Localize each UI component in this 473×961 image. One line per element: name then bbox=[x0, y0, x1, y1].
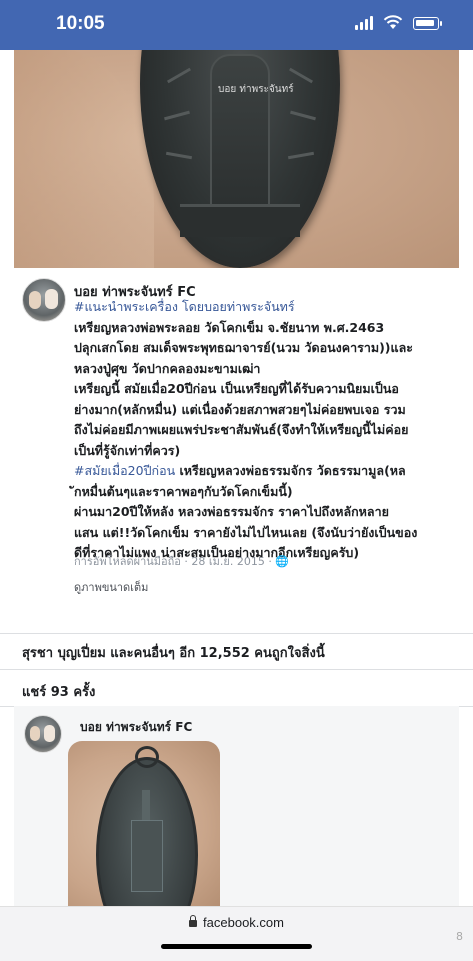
battery-icon bbox=[413, 17, 442, 30]
status-bar: 10:05 bbox=[0, 0, 473, 50]
medal-image: บอย ท่าพระจันทร์ bbox=[140, 50, 340, 268]
post-line: ถึงไม่ค่อยมีภาพเผยแพร่ประชาสัมพันธ์(จึงท… bbox=[74, 422, 409, 437]
view-full-size-link[interactable]: ดูภาพขนาดเต็ม bbox=[74, 578, 148, 596]
post-line: ปลุกเสกโดย สมเด็จพระพุทธฌาจารย์(นวม วัดอ… bbox=[74, 340, 413, 355]
corner-mark: 8 bbox=[456, 930, 463, 943]
statue-relief bbox=[210, 54, 270, 228]
divider bbox=[0, 669, 473, 670]
likes-summary[interactable]: สุรชา บุญเปี่ยม และคนอื่นๆ อีก 12,552 คน… bbox=[22, 642, 325, 663]
post-line: ักหมื่นต้นๆและราคาพอๆกับวัดโคกเข็มนี้) bbox=[74, 483, 293, 499]
home-indicator[interactable] bbox=[161, 944, 312, 949]
post-line: ผ่านมา20ปีให้หลัง หลวงพ่อธรรมจักร ราคาไป… bbox=[74, 504, 389, 519]
author-avatar[interactable] bbox=[22, 278, 66, 322]
url-text: facebook.com bbox=[203, 915, 284, 930]
medal-image bbox=[96, 746, 198, 911]
post-line: เป็นที่รู้จักเท่าที่ควร) bbox=[74, 442, 181, 458]
shared-author-name[interactable]: บอย ท่าพระจันทร์ FC bbox=[80, 718, 192, 737]
hashtag-link[interactable]: #แนะนำพระเครื่อง โดยบอยท่าพระจันทร์ bbox=[74, 297, 454, 318]
post-line: ย่างมาก(หลักหมื่น) แต่เนื่องด้วยสภาพสวยๆ… bbox=[74, 401, 406, 417]
hashtag-link[interactable]: #สมัยเมื่อ20ปีก่อน bbox=[74, 463, 175, 478]
top-medal-photo[interactable]: บอย ท่าพระจันทร์ bbox=[14, 50, 459, 272]
shared-medal-photo[interactable] bbox=[68, 741, 220, 911]
post-line: #สมัยเมื่อ20ปีก่อน เหรียญหลวงพ่อธรรมจักร… bbox=[74, 461, 454, 482]
divider bbox=[0, 633, 473, 634]
photo-watermark: บอย ท่าพระจันทร์ bbox=[218, 84, 294, 95]
shares-count[interactable]: แชร์ 93 ครั้ง bbox=[22, 681, 95, 702]
lock-icon bbox=[189, 915, 198, 927]
post-line-text: เหรียญหลวงพ่อธรรมจักร วัดธรรมามูล(หล bbox=[175, 463, 406, 478]
address-bar[interactable]: facebook.com bbox=[0, 915, 473, 930]
pedestal-relief bbox=[180, 204, 300, 237]
post-meta[interactable]: การอัพโหลดผ่านมือถือ · 28 เม.ย. 2015 · 🌐 bbox=[74, 552, 289, 570]
post-line: เหรียญหลวงพ่อพระลอย วัดโคกเข็ม จ.ชัยนาท … bbox=[74, 319, 385, 335]
wifi-icon bbox=[383, 15, 403, 29]
shared-author-avatar[interactable] bbox=[24, 715, 62, 753]
signal-icon bbox=[355, 15, 373, 30]
post-line: เหรียญนี้ สมัยเมื่อ20ปีก่อน เป็นเหรียญที… bbox=[74, 381, 399, 396]
post-body: #แนะนำพระเครื่อง โดยบอยท่าพระจันทร์ เหรี… bbox=[74, 297, 454, 564]
status-icons bbox=[355, 15, 442, 30]
post-line: หลวงปู่ศุข วัดปากคลองมะขามเฒ่า bbox=[74, 360, 261, 376]
status-time: 10:05 bbox=[56, 13, 105, 34]
post-line: แสน แต่!!วัดโคกเข็ม ราคายังไม่ไปไหนเลย (… bbox=[74, 524, 418, 540]
